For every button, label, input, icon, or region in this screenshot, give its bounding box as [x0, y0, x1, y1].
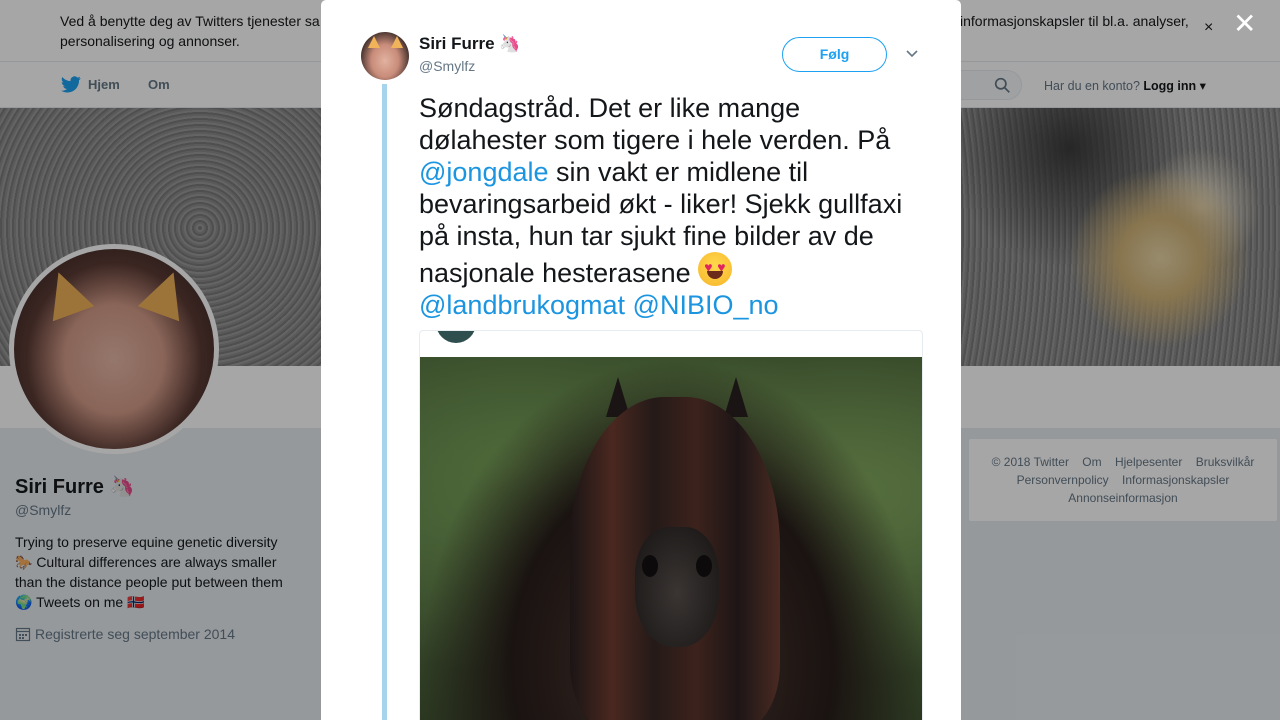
horse-nostril-shape — [696, 555, 712, 577]
horse-muzzle-shape — [635, 527, 719, 647]
horse-nostril-shape — [642, 555, 658, 577]
follow-button[interactable]: Følg — [782, 37, 887, 72]
tweet-text: Søndagstråd. Det er like mange dølaheste… — [419, 92, 929, 321]
emoji-mouth — [707, 271, 724, 279]
embedded-tweet-card[interactable] — [419, 330, 923, 720]
author-name[interactable]: Siri Furre 🦄 — [419, 34, 521, 54]
cat-ear-right-decoration — [391, 36, 403, 48]
tweet-text-segment: Søndagstråd. Det er like mange dølaheste… — [419, 93, 891, 155]
horse-ear-shape — [724, 377, 748, 417]
cat-ear-left-decoration — [368, 36, 380, 48]
horse-photo[interactable] — [420, 357, 922, 720]
mention-link[interactable]: @NIBIO_no — [633, 290, 779, 320]
embed-avatar — [436, 331, 476, 343]
close-icon[interactable]: ✕ — [1233, 9, 1256, 39]
thread-line — [382, 84, 387, 720]
author-handle[interactable]: @Smylfz — [419, 58, 475, 74]
heart-eyes-emoji-icon: ♥ ♥ — [698, 252, 733, 286]
author-avatar[interactable] — [361, 32, 409, 80]
mention-link[interactable]: @jongdale — [419, 157, 549, 187]
mention-link[interactable]: @landbrukogmat — [419, 290, 625, 320]
tweet-modal: Siri Furre 🦄 @Smylfz Følg Søndagstråd. D… — [321, 0, 961, 720]
unicorn-icon: 🦄 — [499, 34, 521, 53]
chevron-down-icon[interactable] — [905, 47, 919, 61]
